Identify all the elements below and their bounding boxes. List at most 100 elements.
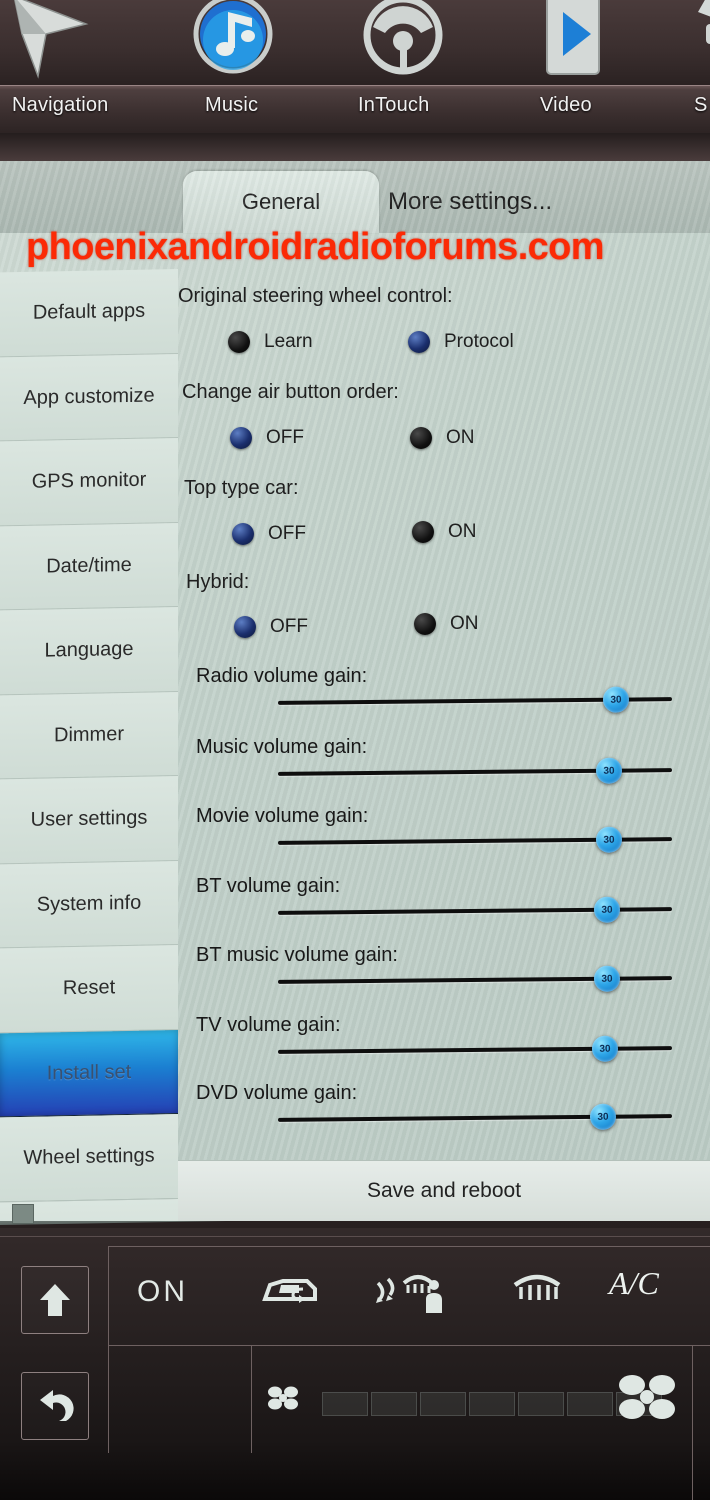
radio-dot-selected: [230, 427, 252, 449]
sidebar-item-date-time[interactable]: Date/time: [0, 522, 178, 611]
nav-item-intouch[interactable]: InTouch: [358, 94, 429, 117]
slider-label: Movie volume gain:: [196, 805, 369, 827]
nav-item-settings[interactable]: S: [694, 94, 708, 117]
sidebar-item-gps-monitor[interactable]: GPS monitor: [0, 438, 178, 526]
sidebar-item-install-set[interactable]: Install set: [0, 1029, 178, 1118]
slider-track[interactable]: 30: [277, 826, 673, 853]
radio-option-hybrid-on[interactable]: ON: [414, 613, 479, 635]
sidebar-item-app-customize[interactable]: App customize: [0, 353, 178, 442]
radio-option-topcar-off[interactable]: OFF: [232, 523, 306, 545]
group-label-steering-wheel: Original steering wheel control:: [178, 285, 453, 307]
fan-bar[interactable]: [371, 1392, 417, 1416]
tab-general[interactable]: General: [183, 171, 379, 233]
navigation-arrow-icon[interactable]: [6, 0, 102, 82]
climate-right-cell[interactable]: [692, 1445, 710, 1500]
fan-level-bars[interactable]: [322, 1392, 662, 1416]
back-arrow-icon: [40, 1390, 74, 1421]
nav-item-music[interactable]: Music: [205, 94, 258, 117]
settings-icon[interactable]: [672, 0, 710, 82]
climate-power-on-button[interactable]: ON: [137, 1275, 188, 1309]
slider-thumb[interactable]: 30: [602, 686, 630, 713]
slider-thumb[interactable]: 30: [595, 826, 623, 853]
ac-button[interactable]: A/C: [609, 1265, 659, 1302]
sidebar-item-label: Language: [44, 638, 134, 662]
fan-small-icon: [266, 1382, 300, 1419]
slider-track[interactable]: 30: [277, 896, 673, 923]
slider-label: Music volume gain:: [196, 736, 368, 758]
radio-option-topcar-on[interactable]: ON: [412, 521, 477, 543]
save-and-reboot-button[interactable]: Save and reboot: [178, 1160, 710, 1221]
radio-label: ON: [450, 613, 479, 634]
up-arrow-button[interactable]: [21, 1266, 89, 1334]
slider-thumb[interactable]: 30: [595, 757, 623, 784]
slider-label: BT volume gain:: [196, 875, 341, 897]
fan-speed-slider[interactable]: [251, 1346, 693, 1453]
sidebar-item-label: User settings: [30, 806, 148, 832]
slider-label: TV volume gain:: [196, 1014, 341, 1036]
back-arrow-button[interactable]: [21, 1372, 89, 1440]
slider-thumb[interactable]: 30: [591, 1035, 619, 1062]
settings-tab-strip: General More settings...: [0, 161, 710, 233]
climate-control-bar: ON A/C: [0, 1228, 710, 1500]
radio-label: Learn: [264, 331, 313, 352]
radio-option-hybrid-off[interactable]: OFF: [234, 616, 308, 638]
music-note-icon[interactable]: [185, 0, 281, 82]
nav-item-navigation[interactable]: Navigation: [12, 94, 109, 117]
sidebar-item-label: System info: [36, 891, 142, 916]
fan-bar[interactable]: [322, 1392, 368, 1416]
slider-label: Radio volume gain:: [196, 665, 368, 687]
sidebar-item-wheel-settings[interactable]: Wheel settings: [0, 1114, 178, 1202]
rear-defrost-icon[interactable]: [509, 1269, 565, 1313]
sidebar-item-language[interactable]: Language: [0, 607, 178, 695]
sidebar-item-default-apps[interactable]: Default apps: [0, 269, 178, 357]
radio-label: OFF: [266, 427, 304, 448]
main-nav-bar: Navigation Music InTouch Video S: [0, 85, 710, 135]
nav-item-video[interactable]: Video: [540, 94, 592, 117]
group-label-hybrid: Hybrid:: [186, 571, 250, 593]
air-recirculation-icon[interactable]: [259, 1269, 321, 1313]
slider-track[interactable]: 30: [277, 965, 673, 992]
settings-sidebar: Default apps App customize GPS monitor D…: [0, 269, 178, 1221]
group-label-air-button-order: Change air button order:: [182, 381, 399, 403]
radio-option-air-off[interactable]: OFF: [230, 427, 304, 449]
climate-fan-row: [109, 1346, 710, 1500]
tab-more-settings[interactable]: More settings...: [388, 171, 648, 233]
up-arrow-icon: [40, 1284, 70, 1316]
radio-dot: [412, 521, 434, 543]
fan-bar[interactable]: [518, 1392, 564, 1416]
slider-thumb[interactable]: 30: [589, 1103, 617, 1130]
fan-large-icon: [616, 1368, 678, 1431]
radio-label: Protocol: [444, 331, 514, 352]
slider-thumb[interactable]: 30: [593, 965, 621, 992]
slider-track[interactable]: 30: [277, 686, 673, 713]
slider-track[interactable]: 30: [277, 1035, 673, 1062]
fan-bar[interactable]: [469, 1392, 515, 1416]
fan-bar[interactable]: [420, 1392, 466, 1416]
sidebar-item-reset[interactable]: Reset: [0, 945, 178, 1033]
sidebar-item-label: App customize: [23, 384, 155, 409]
sidebar-item-system-info[interactable]: System info: [0, 860, 178, 949]
sidebar-item-label: Install set: [46, 1060, 132, 1085]
radio-dot-selected: [232, 523, 254, 545]
radio-label: ON: [446, 427, 475, 448]
windshield-defrost-seat-icon[interactable]: [374, 1269, 456, 1319]
radio-option-protocol[interactable]: Protocol: [408, 331, 514, 353]
sidebar-item-label: Date/time: [46, 553, 132, 578]
fan-bar[interactable]: [567, 1392, 613, 1416]
sidebar-item-user-settings[interactable]: User settings: [0, 776, 178, 864]
radio-dot-selected: [408, 331, 430, 353]
radio-dot: [414, 613, 436, 635]
group-label-top-type-car: Top type car:: [184, 477, 299, 499]
slider-thumb[interactable]: 30: [593, 896, 621, 923]
radio-option-learn[interactable]: Learn: [228, 331, 313, 353]
head-unit-screen: Navigation Music InTouch Video S General…: [0, 0, 710, 1500]
climate-panel: ON A/C: [108, 1246, 710, 1500]
scroll-nub[interactable]: [12, 1204, 34, 1224]
steering-wheel-icon[interactable]: [355, 0, 451, 82]
video-play-icon[interactable]: [525, 0, 621, 82]
slider-track[interactable]: 30: [277, 1103, 673, 1130]
app-icon-strip: [0, 0, 710, 85]
slider-track[interactable]: 30: [277, 757, 673, 784]
radio-option-air-on[interactable]: ON: [410, 427, 475, 449]
sidebar-item-dimmer[interactable]: Dimmer: [0, 691, 178, 780]
